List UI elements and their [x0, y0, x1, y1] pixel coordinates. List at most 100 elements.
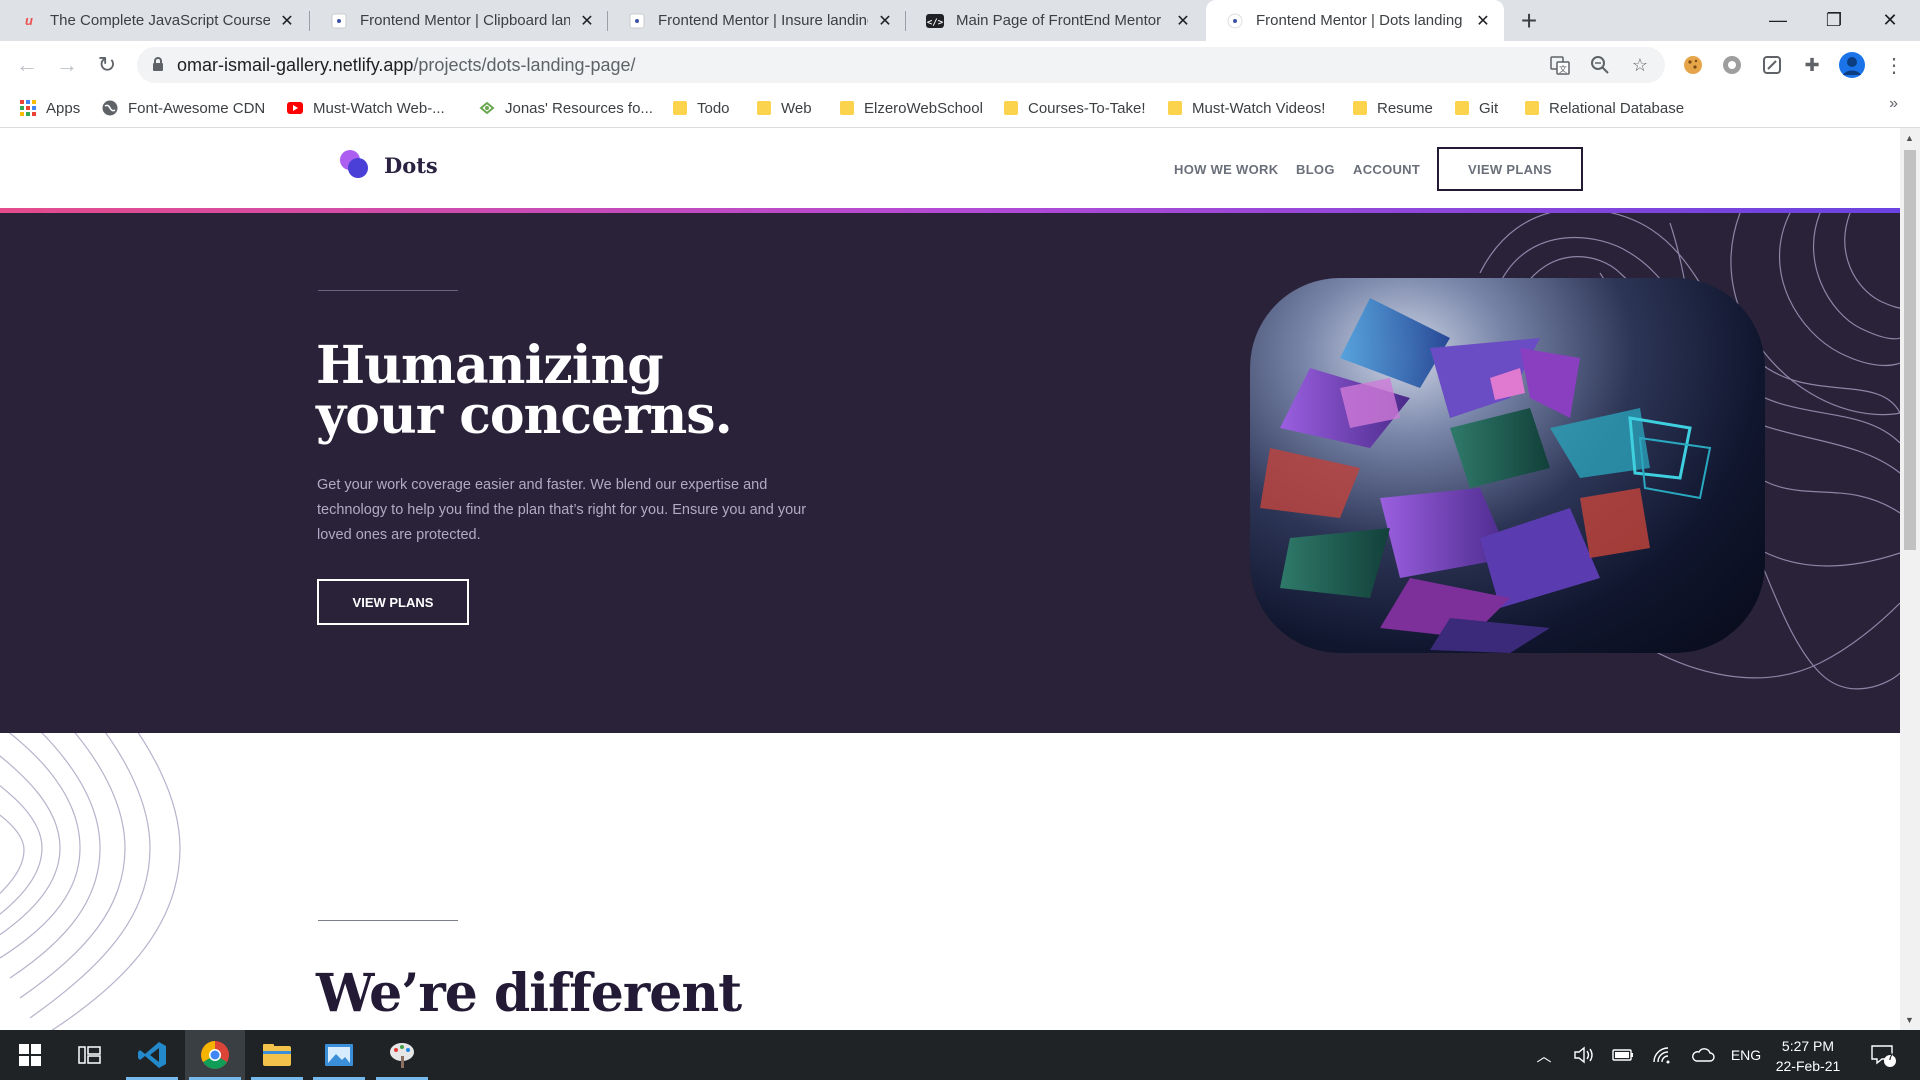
tab-main-page[interactable]: </> Main Page of FrontEnd Mentor P ✕: [906, 0, 1204, 41]
nav-blog[interactable]: BLOG: [1296, 162, 1335, 177]
taskbar-chrome[interactable]: [185, 1030, 245, 1080]
folder-icon: [757, 101, 771, 115]
show-hidden-icons-icon[interactable]: ︿: [1532, 1045, 1556, 1065]
bookmark-label: Git: [1479, 99, 1499, 117]
bookmark-label: Courses-To-Take!: [1028, 99, 1146, 117]
section-title: We’re different: [316, 963, 742, 1024]
bookmarks-overflow-icon[interactable]: »: [1889, 95, 1898, 113]
profile-avatar[interactable]: [1838, 51, 1866, 79]
volume-icon[interactable]: [1570, 1045, 1598, 1065]
close-icon[interactable]: ✕: [578, 12, 596, 30]
translate-icon[interactable]: 文: [1548, 53, 1572, 77]
frontend-mentor-icon: [628, 12, 646, 30]
url-text: omar-ismail-gallery.netlify.app/projects…: [177, 55, 636, 76]
nav-view-plans-button[interactable]: VIEW PLANS: [1437, 147, 1583, 191]
windows-taskbar: ︿ ENG 5:27 PM 22-Feb-21 7: [0, 1030, 1920, 1080]
folder-icon: [1525, 101, 1539, 115]
start-button[interactable]: [0, 1030, 60, 1080]
minimize-button[interactable]: —: [1750, 0, 1806, 41]
bookmark-relational-database[interactable]: Relational Database: [1525, 97, 1684, 119]
close-icon[interactable]: ✕: [1174, 12, 1192, 30]
task-view-button[interactable]: [60, 1030, 120, 1080]
bookmark-web[interactable]: Web: [757, 97, 812, 119]
language-indicator[interactable]: ENG: [1728, 1045, 1764, 1065]
bookmark-must-watch-videos[interactable]: Must-Watch Videos!: [1168, 97, 1325, 119]
clock-date: 22-Feb-21: [1775, 1058, 1841, 1074]
new-tab-button[interactable]: +: [1513, 5, 1545, 37]
restore-button[interactable]: ❐: [1806, 0, 1862, 41]
cookie-extension-icon[interactable]: [1679, 51, 1707, 79]
nav-account[interactable]: ACCOUNT: [1353, 162, 1420, 177]
extension-icon[interactable]: [1758, 51, 1786, 79]
tab-title: Frontend Mentor | Clipboard lan: [360, 12, 570, 29]
scrollbar-thumb[interactable]: [1904, 150, 1916, 550]
bookmark-jonas-resources[interactable]: Jonas' Resources fo...: [479, 97, 653, 119]
tab-title: The Complete JavaScript Course: [50, 12, 270, 29]
taskbar-vscode[interactable]: [122, 1030, 182, 1080]
bookmark-must-watch-web[interactable]: Must-Watch Web-...: [287, 97, 445, 119]
close-window-button[interactable]: ✕: [1862, 0, 1918, 41]
address-bar[interactable]: omar-ismail-gallery.netlify.app/projects…: [137, 47, 1665, 83]
scroll-up-arrow-icon[interactable]: ▲: [1905, 133, 1914, 143]
paint-icon: [390, 1043, 414, 1068]
puzzle-extensions-icon[interactable]: ✚: [1798, 51, 1826, 79]
folder-icon: [263, 1044, 291, 1066]
globe-icon: [102, 100, 118, 116]
page-scrollbar[interactable]: ▲ ▼: [1900, 128, 1920, 1030]
bookmark-resume[interactable]: Resume: [1353, 97, 1433, 119]
tab-clipboard-landing[interactable]: Frontend Mentor | Clipboard lan ✕: [310, 0, 608, 41]
bookmark-todo[interactable]: Todo: [673, 97, 730, 119]
close-icon[interactable]: ✕: [1474, 12, 1492, 30]
bookmark-apps[interactable]: Apps: [20, 97, 80, 119]
hero-section: Humanizing your concerns. Get your work …: [0, 213, 1900, 733]
bookmark-label: Must-Watch Videos!: [1192, 99, 1326, 117]
system-clock[interactable]: 5:27 PM 22-Feb-21: [1768, 1036, 1848, 1076]
lock-icon: [153, 57, 163, 71]
taskbar-photos[interactable]: [309, 1030, 369, 1080]
bookmark-git[interactable]: Git: [1455, 97, 1498, 119]
folder-icon: [1455, 101, 1469, 115]
bookmark-courses[interactable]: Courses-To-Take!: [1004, 97, 1146, 119]
onedrive-cloud-icon[interactable]: [1689, 1045, 1717, 1065]
tab-strip: u The Complete JavaScript Course ✕ Front…: [0, 0, 1920, 41]
notification-center-button[interactable]: 7: [1866, 1045, 1900, 1067]
taskbar-paint[interactable]: [372, 1030, 432, 1080]
tab-dots-landing[interactable]: Frontend Mentor | Dots landing p ✕: [1206, 0, 1504, 41]
extension-icon[interactable]: [1718, 51, 1746, 79]
back-button[interactable]: ←: [11, 49, 43, 81]
bookmark-star-icon[interactable]: ☆: [1628, 53, 1652, 77]
taskbar-file-explorer[interactable]: [247, 1030, 307, 1080]
hero-view-plans-button[interactable]: VIEW PLANS: [317, 579, 469, 625]
close-icon[interactable]: ✕: [278, 12, 296, 30]
tab-insure-landing[interactable]: Frontend Mentor | Insure landing ✕: [608, 0, 906, 41]
folder-icon: [1168, 101, 1182, 115]
logo-dot-icon: [348, 158, 368, 178]
bookmark-label: Jonas' Resources fo...: [505, 99, 653, 117]
close-icon[interactable]: ✕: [876, 12, 894, 30]
bookmarks-bar: Apps Font-Awesome CDN Must-Watch Web-...…: [0, 88, 1920, 128]
photos-icon: [325, 1044, 353, 1066]
chrome-icon: [201, 1041, 229, 1069]
reload-button[interactable]: ↻: [91, 49, 123, 81]
code-icon: </>: [926, 12, 944, 30]
wifi-icon[interactable]: [1649, 1045, 1677, 1065]
forward-button[interactable]: →: [51, 49, 83, 81]
youtube-icon: [287, 102, 303, 114]
bookmark-font-awesome[interactable]: Font-Awesome CDN: [102, 97, 265, 119]
browser-toolbar: ← → ↻ omar-ismail-gallery.netlify.app/pr…: [0, 41, 1920, 88]
bookmark-elzero[interactable]: ElzeroWebSchool: [840, 97, 983, 119]
folder-icon: [1004, 101, 1018, 115]
svg-text:</>: </>: [927, 18, 944, 28]
nav-how-we-work[interactable]: HOW WE WORK: [1174, 162, 1278, 177]
hero-description: Get your work coverage easier and faster…: [317, 477, 807, 543]
menu-kebab-icon[interactable]: ⋮: [1880, 51, 1908, 79]
bookmark-label: Resume: [1377, 99, 1433, 117]
folder-icon: [1353, 101, 1367, 115]
hero-title-line: your concerns.: [316, 385, 733, 446]
scroll-down-arrow-icon[interactable]: ▼: [1905, 1015, 1914, 1025]
url-host: omar-ismail-gallery.netlify.app: [177, 55, 414, 75]
page-viewport: Dots HOW WE WORK BLOG ACCOUNT VIEW PLANS: [0, 128, 1900, 1030]
tab-javascript-course[interactable]: u The Complete JavaScript Course ✕: [0, 0, 308, 41]
battery-icon[interactable]: [1609, 1045, 1637, 1065]
zoom-icon[interactable]: [1588, 53, 1612, 77]
